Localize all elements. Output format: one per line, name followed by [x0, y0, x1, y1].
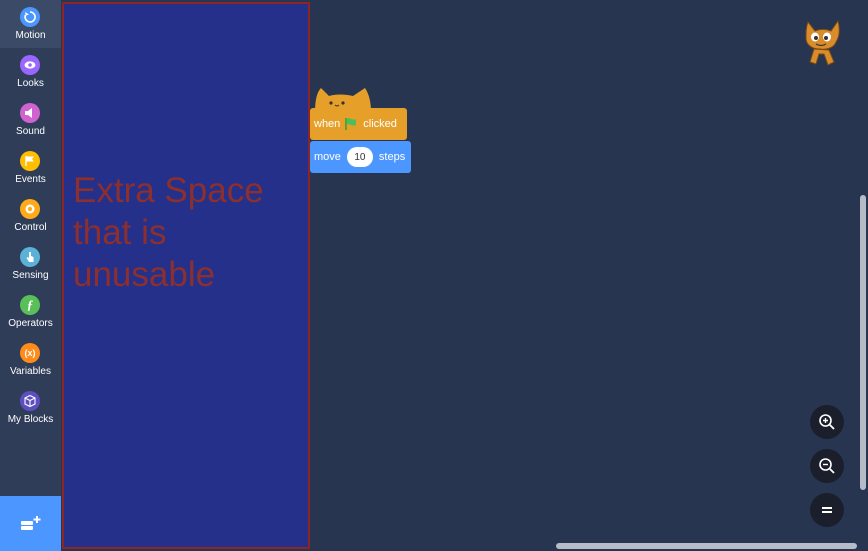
category-label: Events [15, 174, 46, 185]
move-block-prefix: move [314, 151, 341, 163]
function-icon: ƒ [20, 295, 40, 315]
green-flag-icon [345, 118, 357, 130]
category-label: Operators [8, 318, 53, 329]
category-my-blocks[interactable]: My Blocks [0, 384, 61, 432]
unusable-space-note: Extra Space that is unusable [73, 171, 264, 294]
category-label: Control [14, 222, 47, 233]
category-label: My Blocks [7, 414, 54, 425]
flag-icon [20, 151, 40, 171]
zoom-reset-button[interactable] [810, 493, 844, 527]
cube-icon [20, 391, 40, 411]
zoom-in-button[interactable] [810, 405, 844, 439]
category-motion[interactable]: Motion [0, 0, 61, 48]
move-steps-block[interactable]: move 10 steps [310, 141, 411, 173]
zoom-out-button[interactable] [810, 449, 844, 483]
motion-icon [20, 7, 40, 27]
add-extension-icon [20, 515, 40, 530]
hat-block-suffix: clicked [363, 118, 397, 130]
steps-input[interactable]: 10 [346, 147, 373, 167]
hat-block-prefix: when [314, 118, 341, 130]
variable-icon: (x) [20, 343, 40, 363]
zoom-out-icon [819, 458, 835, 474]
eye-icon [20, 55, 40, 75]
category-events[interactable]: Events [0, 144, 61, 192]
control-icon [20, 199, 40, 219]
scratch-cat-icon [805, 19, 840, 66]
category-menu: Motion Looks Sound Events Control Sensin… [0, 0, 61, 551]
zoom-in-icon [819, 414, 835, 430]
category-label: Variables [10, 366, 51, 377]
category-operators[interactable]: ƒ Operators [0, 288, 61, 336]
category-sensing[interactable]: Sensing [0, 240, 61, 288]
script-area[interactable] [310, 0, 868, 551]
category-sound[interactable]: Sound [0, 96, 61, 144]
hand-pointer-icon [20, 247, 40, 267]
category-label: Sensing [12, 270, 49, 281]
category-label: Sound [16, 126, 45, 137]
horizontal-scrollbar[interactable] [556, 543, 857, 549]
category-label: Looks [17, 78, 44, 89]
when-flag-clicked-block[interactable]: when clicked [310, 108, 407, 140]
speaker-icon [20, 103, 40, 123]
flyout-area: Extra Space that is unusable [62, 2, 310, 549]
vertical-scrollbar[interactable] [860, 195, 866, 490]
move-block-suffix: steps [378, 151, 406, 163]
category-variables[interactable]: (x) Variables [0, 336, 61, 384]
zoom-reset-icon [822, 507, 832, 513]
category-looks[interactable]: Looks [0, 48, 61, 96]
category-control[interactable]: Control [0, 192, 61, 240]
add-extension-button[interactable] [0, 496, 61, 551]
category-label: Motion [15, 30, 46, 41]
